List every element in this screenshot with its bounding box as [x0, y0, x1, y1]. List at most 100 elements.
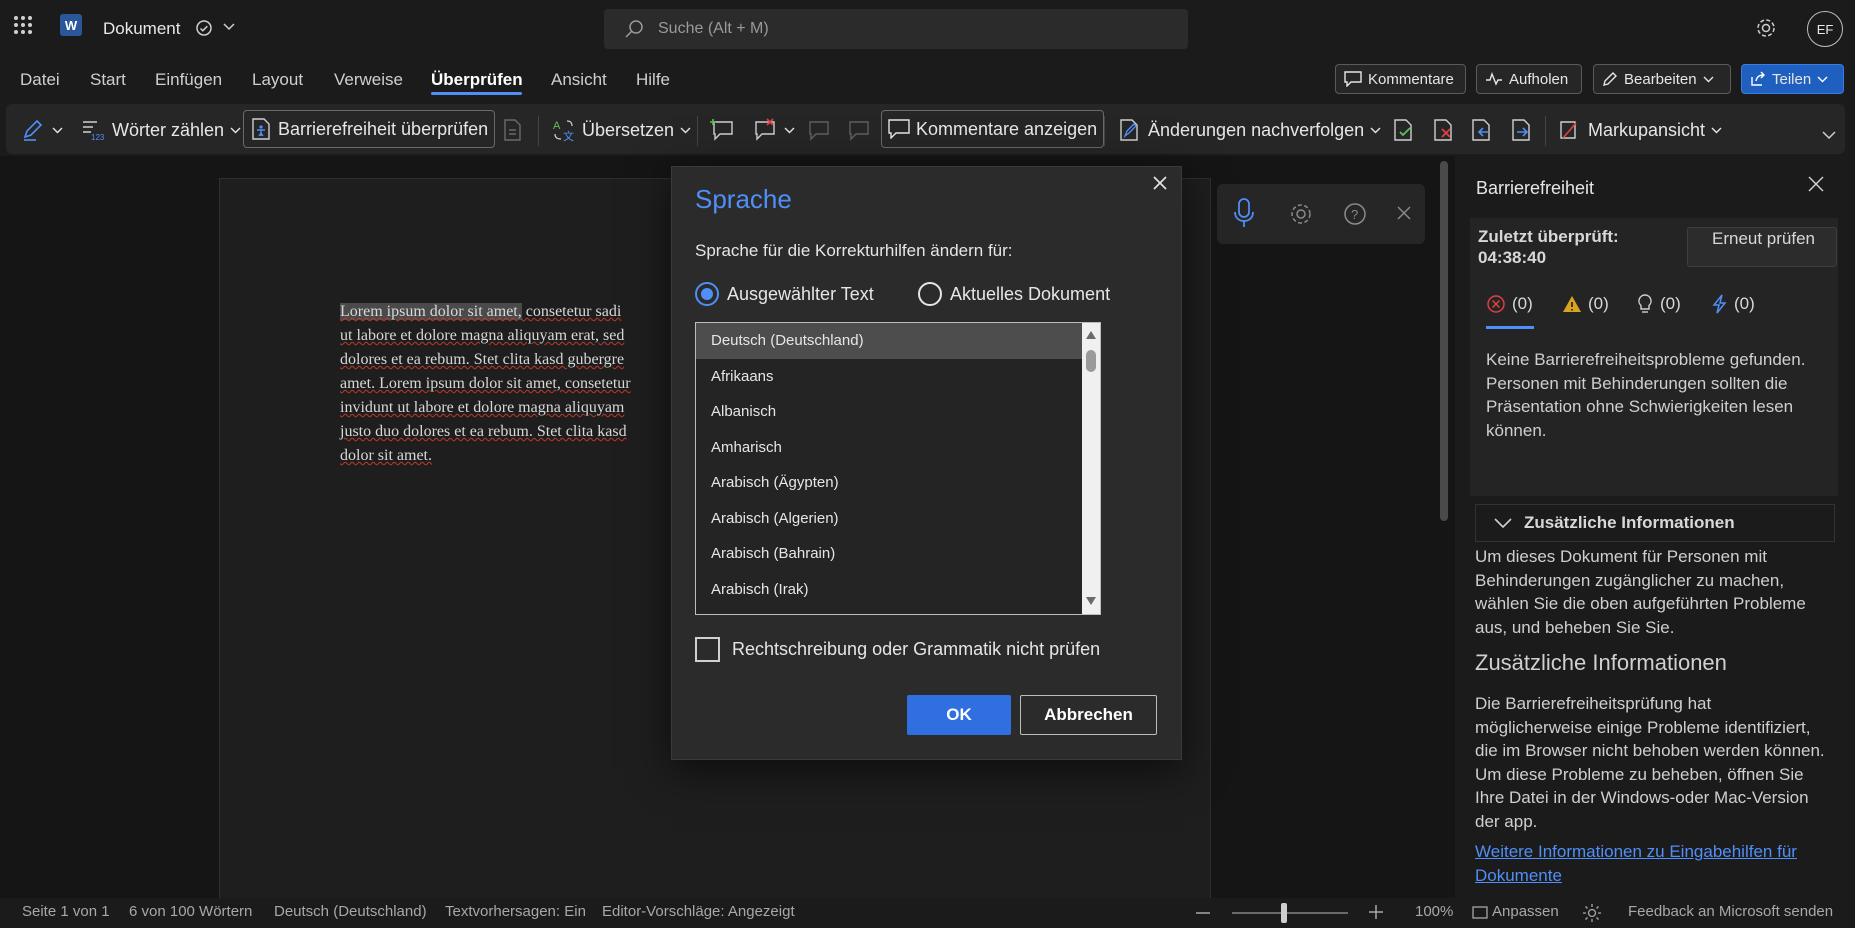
checkbox-box[interactable] [695, 637, 720, 662]
zoom-in-icon[interactable] [1369, 905, 1383, 919]
list-item[interactable]: Amharisch [696, 430, 1082, 466]
chevron-down-icon[interactable] [223, 23, 235, 31]
show-comments-button[interactable]: Kommentare anzeigen [881, 110, 1105, 148]
translate-button[interactable]: A文 Übersetzen [552, 114, 691, 146]
brightness-icon[interactable] [1583, 904, 1601, 922]
next-comment-button[interactable] [846, 114, 872, 146]
close-dictation-icon[interactable] [1397, 206, 1411, 220]
ribbon-divider [697, 116, 698, 146]
tab-layout[interactable]: Layout [252, 70, 303, 90]
list-item[interactable]: Arabisch (Irak) [696, 572, 1082, 608]
ribbon-divider [1104, 116, 1105, 146]
chevron-down-icon [1370, 127, 1381, 134]
list-item[interactable]: Deutsch (Deutschland) [696, 323, 1082, 359]
waffle-icon[interactable] [14, 16, 32, 34]
editor-suggestions-status[interactable]: Editor-Vorschläge: Angezeigt [602, 903, 795, 920]
microphone-icon[interactable] [1233, 198, 1255, 228]
avatar[interactable]: EF [1807, 11, 1843, 47]
pencil-icon [1602, 71, 1618, 87]
language-list[interactable]: Deutsch (Deutschland) Afrikaans Albanisc… [695, 322, 1101, 615]
markup-view-icon [1558, 118, 1582, 142]
tab-start[interactable]: Start [90, 70, 126, 90]
share-button[interactable]: Teilen [1741, 64, 1844, 94]
accept-change-icon [1392, 118, 1416, 142]
list-item[interactable]: Afrikaans [696, 359, 1082, 395]
delete-comment-button[interactable] [752, 114, 795, 146]
document-title[interactable]: Dokument [103, 19, 180, 39]
additional-info-accordion[interactable]: Zusätzliche Informationen [1475, 504, 1835, 542]
document-scrollbar[interactable] [1440, 161, 1448, 521]
edit-mode-button[interactable]: Bearbeiten [1593, 64, 1731, 94]
track-changes-label: Änderungen nachverfolgen [1148, 119, 1365, 140]
next-change-button[interactable] [1510, 114, 1534, 146]
comments-button[interactable]: Kommentare [1335, 64, 1466, 94]
tab-hilfe[interactable]: Hilfe [636, 70, 670, 90]
list-item[interactable]: Arabisch (Bahrain) [696, 536, 1082, 572]
errors-tab[interactable]: (0) [1486, 294, 1533, 314]
gear-icon[interactable] [1755, 17, 1777, 39]
new-comment-button[interactable] [710, 114, 736, 146]
word-logo-icon[interactable]: W [60, 14, 82, 36]
catchup-button[interactable]: Aufholen [1476, 64, 1582, 94]
scroll-down-icon[interactable] [1086, 597, 1096, 605]
no-proofing-checkbox[interactable]: Rechtschreibung oder Grammatik nicht prü… [695, 637, 1100, 662]
language-list-scrollbar[interactable] [1082, 323, 1100, 614]
feedback-link[interactable]: Feedback an Microsoft senden [1628, 903, 1833, 920]
translate-icon: A文 [552, 118, 576, 142]
list-item[interactable]: Albanisch [696, 394, 1082, 430]
previous-comment-button[interactable] [806, 114, 832, 146]
tips-tab[interactable]: (0) [1636, 294, 1681, 314]
close-icon[interactable] [1808, 176, 1824, 192]
ok-button[interactable]: OK [907, 695, 1011, 735]
warnings-tab[interactable]: (0) [1562, 294, 1609, 314]
zoom-slider-thumb[interactable] [1281, 903, 1288, 923]
ribbon-expand-icon[interactable] [1822, 131, 1836, 140]
chevron-down-icon [680, 127, 691, 134]
language-status[interactable]: Deutsch (Deutschland) [274, 903, 427, 920]
last-checked: Zuletzt überprüft: 04:38:40 [1478, 226, 1678, 268]
intelligent-services-tab[interactable]: (0) [1712, 294, 1755, 314]
zoom-slider[interactable] [1232, 912, 1348, 914]
list-item[interactable]: Arabisch (Ägypten) [696, 465, 1082, 501]
pulse-icon [1485, 72, 1503, 86]
list-item[interactable]: Arabisch (Algerien) [696, 501, 1082, 537]
cancel-button[interactable]: Abbrechen [1020, 695, 1157, 735]
additional-info-heading: Zusätzliche Informationen [1475, 650, 1727, 675]
radio-selected-text[interactable]: Ausgewählter Text [695, 282, 874, 306]
track-changes-button[interactable]: Änderungen nachverfolgen [1118, 114, 1381, 146]
dialog-title: Sprache [695, 184, 792, 214]
tab-ueberpruefen[interactable]: Überprüfen [431, 70, 523, 90]
accept-change-button[interactable] [1392, 114, 1416, 146]
accessibility-help-link[interactable]: Weitere Informationen zu Eingabehilfen f… [1475, 840, 1830, 887]
markup-view-label: Markupansicht [1588, 119, 1706, 140]
word-count[interactable]: 6 von 100 Wörtern [129, 903, 252, 920]
radio-current-document[interactable]: Aktuelles Dokument [918, 282, 1110, 306]
tab-verweise[interactable]: Verweise [334, 70, 403, 90]
tab-ansicht[interactable]: Ansicht [551, 70, 607, 90]
language-document-button[interactable] [503, 114, 523, 146]
dialog-prompt: Sprache für die Korrekturhilfen ändern f… [695, 241, 1013, 260]
zoom-out-icon[interactable] [1196, 912, 1210, 914]
scroll-up-icon[interactable] [1086, 331, 1096, 339]
help-icon[interactable]: ? [1343, 202, 1367, 226]
recheck-button[interactable]: Erneut prüfen [1687, 227, 1837, 267]
search-box[interactable]: Suche (Alt + M) [604, 9, 1188, 49]
fit-icon [1472, 905, 1488, 921]
tab-datei[interactable]: Datei [20, 70, 60, 90]
editor-button[interactable] [22, 114, 63, 146]
cloud-saved-icon[interactable] [195, 19, 213, 37]
fit-button[interactable]: Anpassen [1492, 903, 1559, 920]
close-icon[interactable] [1153, 176, 1167, 190]
dictation-settings-icon[interactable] [1289, 202, 1313, 226]
markup-view-button[interactable]: Markupansicht [1558, 114, 1722, 146]
text-predictions-status[interactable]: Textvorhersagen: Ein [445, 903, 586, 920]
lightning-icon [1712, 294, 1728, 314]
scrollbar-thumb[interactable] [1086, 350, 1096, 372]
previous-change-button[interactable] [1470, 114, 1494, 146]
accessibility-check-button[interactable]: Barrierefreiheit überprüfen [243, 110, 496, 148]
radio-indicator [695, 282, 719, 306]
zoom-level[interactable]: 100% [1415, 903, 1453, 920]
word-count-button[interactable]: 123 Wörter zählen [82, 114, 241, 146]
reject-change-button[interactable] [1432, 114, 1456, 146]
tab-einfuegen[interactable]: Einfügen [155, 70, 222, 90]
